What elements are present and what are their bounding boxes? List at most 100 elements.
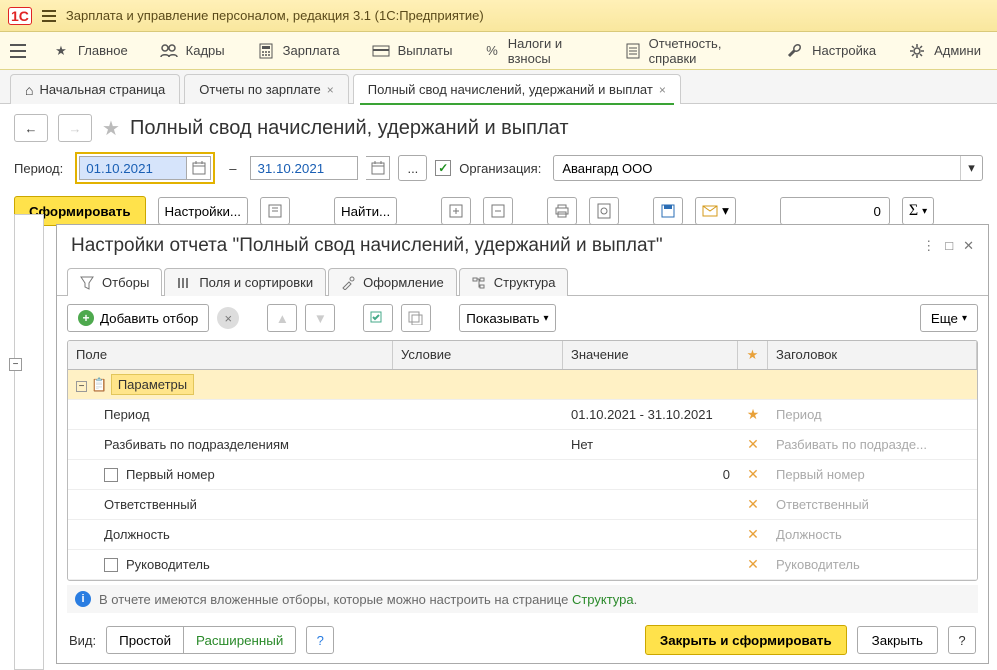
view-advanced-button[interactable]: Расширенный [184,626,296,654]
row-period-label: Период [68,403,393,426]
menu-otch-label: Отчетность, справки [649,36,755,66]
calendar-icon[interactable] [366,156,390,180]
period-from-input[interactable] [79,156,187,180]
help-icon[interactable]: ? [306,626,334,654]
columns-icon [177,276,191,290]
info-link[interactable]: Структура [572,592,634,607]
add-filter-button[interactable]: +Добавить отбор [67,304,209,332]
settings-button[interactable]: Настройки... [158,197,248,225]
forward-button[interactable]: → [58,114,92,142]
period-to-input[interactable] [250,156,358,180]
tab-reports-label: Отчеты по зарплате [199,82,320,97]
org-field: ▾ [553,155,983,181]
menu-otch[interactable]: Отчетность, справки [609,32,770,69]
menu-nalogi-label: Налоги и взносы [508,36,594,66]
chevron-down-icon: ▾ [962,313,967,324]
page-header: ← → ★ Полный свод начислений, удержаний … [0,104,997,148]
period-picker-button[interactable]: ... [398,155,427,181]
checkbox[interactable] [104,558,118,572]
row-first[interactable]: Первый номер 0 ✕ Первый номер [68,460,977,490]
col-cond[interactable]: Условие [393,341,563,369]
favorite-icon[interactable]: ★ [102,116,120,141]
tab-filters[interactable]: Отборы [67,268,162,296]
sum-button[interactable]: Σ ▾ [902,197,934,225]
row-pos[interactable]: Должность ✕ Должность [68,520,977,550]
period-label: Период: [14,161,63,176]
more-button[interactable]: Еще ▾ [920,304,978,332]
maximize-icon[interactable]: □ [945,238,953,254]
menu-kadry[interactable]: Кадры [144,32,241,69]
row-params[interactable]: −📋 Параметры [68,370,977,400]
expand-button[interactable] [441,197,471,225]
row-pos-hdr: Должность [768,523,977,546]
move-down-button[interactable]: ▼ [305,304,335,332]
preview-button[interactable] [589,197,619,225]
close-icon[interactable]: ✕ [963,238,974,254]
row-period[interactable]: Период 01.10.2021 - 31.10.2021 ★ Период [68,400,977,430]
col-star[interactable]: ★ [738,341,768,369]
org-input[interactable] [554,161,960,176]
collapse-button[interactable] [483,197,513,225]
view-simple-button[interactable]: Простой [106,626,184,654]
menu-admin[interactable]: Админи [892,32,997,69]
kebab-icon[interactable]: ⋮ [922,238,935,254]
period-from-box [75,152,215,184]
close-button[interactable]: Закрыть [857,626,938,654]
report-area [14,214,44,670]
menu-zp[interactable]: Зарплата [241,32,356,69]
row-ruk[interactable]: Руководитель ✕ Руководитель [68,550,977,580]
tab-struct[interactable]: Структура [459,268,569,296]
hamburger-icon[interactable] [42,10,56,22]
funnel-icon [80,276,94,290]
tab-reports[interactable]: Отчеты по зарплате × [184,74,348,104]
settings-variant-button[interactable] [260,197,290,225]
view-toggle: Простой Расширенный [106,626,296,654]
close-and-form-button[interactable]: Закрыть и сформировать [645,625,847,655]
collapse-toggle[interactable]: − [9,358,22,371]
wrench-icon [786,42,804,60]
tab-fields[interactable]: Поля и сортировки [164,268,326,296]
row-split-label: Разбивать по подразделениям [68,433,393,456]
back-button[interactable]: ← [14,114,48,142]
chevron-down-icon[interactable]: ▾ [960,156,982,180]
row-resp[interactable]: Ответственный ✕ Ответственный [68,490,977,520]
row-resp-hdr: Ответственный [768,493,977,516]
uncheck-all-button[interactable] [401,304,431,332]
settings-button-label: Настройки... [165,204,241,219]
help-button[interactable]: ? [948,626,976,654]
delete-filter-button[interactable]: × [217,307,239,329]
info-text: В отчете имеются вложенные отборы, котор… [99,592,572,607]
move-up-button[interactable]: ▲ [267,304,297,332]
star-icon: ★ [738,402,768,427]
mail-button[interactable]: ▾ [695,197,736,225]
menu-main[interactable]: ★Главное [36,32,144,69]
close-icon[interactable]: × [659,83,666,97]
collapse-icon[interactable]: − [76,381,87,392]
col-value[interactable]: Значение [563,341,738,369]
checkbox[interactable] [104,468,118,482]
sum-input[interactable] [780,197,890,225]
org-checkbox[interactable]: ✓ [435,160,451,176]
menu-nastr[interactable]: Настройка [770,32,892,69]
main-menu: ★Главное Кадры Зарплата Выплаты %Налоги … [0,32,997,70]
print-button[interactable] [547,197,577,225]
row-split[interactable]: Разбивать по подразделениям Нет ✕ Разбив… [68,430,977,460]
tab-home[interactable]: ⌂Начальная страница [10,74,180,104]
tab-struct-label: Структура [494,275,556,290]
menu-nalogi[interactable]: %Налоги и взносы [468,32,609,69]
save-button[interactable] [653,197,683,225]
tab-style[interactable]: Оформление [328,268,457,296]
check-all-button[interactable] [363,304,393,332]
star-icon: ★ [52,42,70,60]
menu-burger-icon[interactable] [0,32,36,69]
find-button[interactable]: Найти... [334,197,397,225]
info-icon: i [75,591,91,607]
col-field[interactable]: Поле [68,341,393,369]
menu-vypl[interactable]: Выплаты [356,32,469,69]
show-button[interactable]: Показывать ▾ [459,304,555,332]
calendar-icon[interactable] [187,156,211,180]
dash: – [223,161,242,176]
close-icon[interactable]: × [327,83,334,97]
tab-svod[interactable]: Полный свод начислений, удержаний и выпл… [353,74,681,104]
col-title[interactable]: Заголовок [768,341,977,369]
